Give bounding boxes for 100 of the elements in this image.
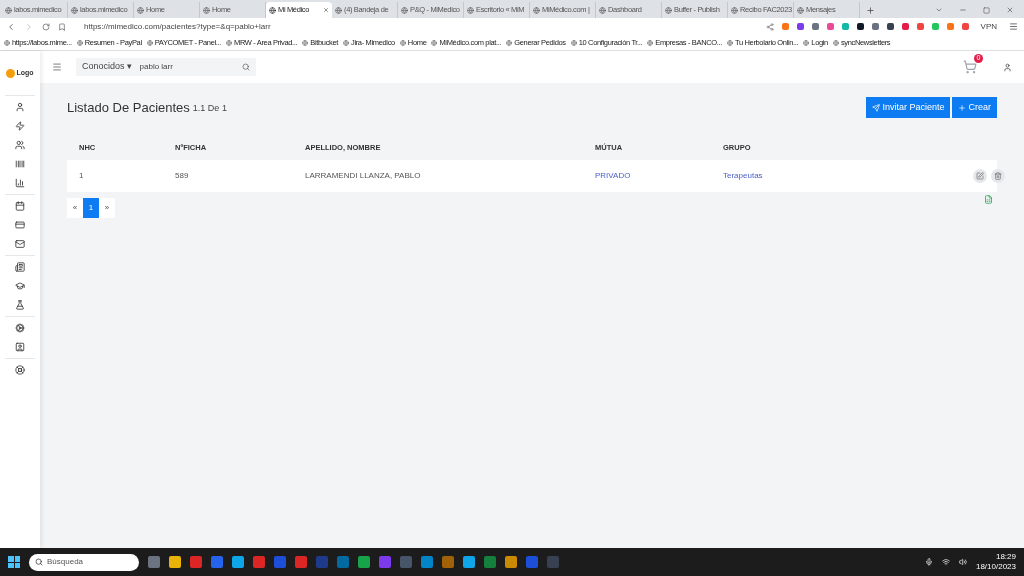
globe-icon: [76, 39, 83, 46]
start-icon[interactable]: [8, 556, 20, 568]
table-cell-text: Terapeutas: [723, 170, 764, 182]
pagination-button[interactable]: »: [99, 198, 115, 218]
table-cell-text: LARRAMENDI LLANZA, PABLO: [305, 170, 422, 182]
app-icon[interactable]: [526, 556, 538, 568]
vpn-button[interactable]: VPN: [976, 20, 1001, 33]
globe-icon: [665, 6, 672, 14]
volume-icon[interactable]: [958, 558, 967, 566]
plus-icon: [958, 103, 967, 112]
microphone-icon[interactable]: [924, 558, 933, 566]
calendar-icon[interactable]: [15, 201, 25, 211]
app-icon[interactable]: [463, 556, 475, 568]
credit-card-icon[interactable]: [15, 220, 25, 230]
lightning-icon[interactable]: [15, 121, 25, 131]
back-icon[interactable]: [6, 21, 16, 32]
search-field[interactable]: pablo larr: [139, 61, 234, 73]
globe-icon: [832, 39, 839, 46]
reload-icon[interactable]: [42, 22, 50, 31]
users-icon[interactable]: [15, 140, 25, 150]
globe-icon: [731, 6, 738, 14]
globe-icon: [335, 6, 342, 14]
user-badge-icon[interactable]: [15, 342, 25, 352]
globe-icon: [146, 39, 153, 46]
newspaper-icon[interactable]: [15, 262, 25, 272]
globe-icon: [506, 39, 513, 46]
clock[interactable]: 18:29 18/10/2023: [975, 552, 1016, 572]
filter-dropdown[interactable]: Conocidos ▾: [82, 60, 132, 74]
globe-icon: [203, 6, 210, 14]
logo-icon: [6, 68, 16, 78]
address-bar[interactable]: https://mimedico.com/pacientes?type=&q=pablo+larr: [74, 19, 758, 34]
result-count: 1.1 De 1: [192, 101, 227, 115]
spreadsheet-icon[interactable]: [984, 195, 993, 204]
app-icon[interactable]: [400, 556, 412, 568]
bookmark-icon[interactable]: [58, 22, 66, 31]
search-icon: [35, 558, 43, 566]
app-icon[interactable]: [190, 556, 202, 568]
app-icon[interactable]: [211, 556, 223, 568]
table-cell-text: PRIVADO: [595, 170, 632, 182]
app-icon[interactable]: [484, 556, 496, 568]
globe-icon: [5, 6, 12, 14]
wifi-icon[interactable]: [941, 558, 950, 566]
app-icon[interactable]: [274, 556, 286, 568]
globe-icon: [343, 39, 349, 46]
app-icon[interactable]: [169, 556, 181, 568]
app-icon[interactable]: [505, 556, 517, 568]
bar-chart-icon[interactable]: [15, 178, 25, 188]
user-icon[interactable]: [15, 102, 25, 112]
maximize-icon[interactable]: [983, 7, 990, 14]
mail-icon[interactable]: [15, 239, 25, 249]
close-icon[interactable]: [1006, 6, 1014, 14]
close-icon[interactable]: [323, 7, 329, 13]
globe-icon: [797, 6, 804, 14]
taskbar-search[interactable]: Búsqueda: [29, 553, 139, 571]
cogs-icon[interactable]: [15, 323, 25, 333]
globe-icon: [599, 6, 606, 14]
globe-icon: [467, 6, 474, 14]
pagination-button[interactable]: 1: [83, 198, 99, 218]
app-icon[interactable]: [148, 556, 160, 568]
globe-icon: [269, 6, 276, 14]
create-button[interactable]: Crear: [952, 97, 997, 118]
graduation-cap-icon[interactable]: [15, 281, 25, 291]
app-icon[interactable]: [337, 556, 349, 568]
app-icon[interactable]: [442, 556, 454, 568]
app-icon[interactable]: [232, 556, 244, 568]
app-icon[interactable]: [358, 556, 370, 568]
globe-icon: [570, 39, 577, 46]
globe-icon: [533, 6, 540, 14]
menu-icon[interactable]: [52, 62, 62, 72]
menu-icon[interactable]: [1009, 22, 1018, 31]
user-icon[interactable]: [1003, 62, 1012, 72]
globe-icon: [399, 39, 406, 46]
app-icon[interactable]: [379, 556, 391, 568]
flask-icon[interactable]: [15, 300, 25, 310]
globe-icon: [71, 6, 78, 14]
tab-list-icon[interactable]: [935, 6, 943, 14]
lifebuoy-icon[interactable]: [15, 365, 25, 375]
globe-icon: [431, 39, 438, 46]
globe-icon: [803, 39, 810, 46]
app-icon[interactable]: [295, 556, 307, 568]
globe-icon: [4, 39, 10, 46]
app-icon[interactable]: [253, 556, 265, 568]
share-icon[interactable]: [765, 22, 774, 31]
cart-icon[interactable]: [963, 60, 977, 74]
globe-icon: [401, 6, 408, 14]
delete-button[interactable]: [991, 169, 1005, 183]
invite-patient-button[interactable]: Invitar Paciente: [866, 97, 951, 118]
page-title: Listado De Pacientes: [67, 98, 190, 117]
edit-button[interactable]: [973, 169, 987, 183]
globe-icon: [302, 39, 309, 46]
app-icon[interactable]: [421, 556, 433, 568]
search-icon[interactable]: [242, 63, 250, 71]
table-cell-text: 589: [175, 170, 190, 182]
globe-icon: [647, 39, 654, 46]
paper-plane-icon: [872, 103, 881, 112]
barcode-icon[interactable]: [15, 159, 25, 169]
table-cell-text: 1: [79, 170, 85, 182]
new-tab-icon[interactable]: [866, 6, 875, 15]
pagination-button[interactable]: «: [67, 198, 83, 218]
globe-icon: [137, 6, 144, 14]
